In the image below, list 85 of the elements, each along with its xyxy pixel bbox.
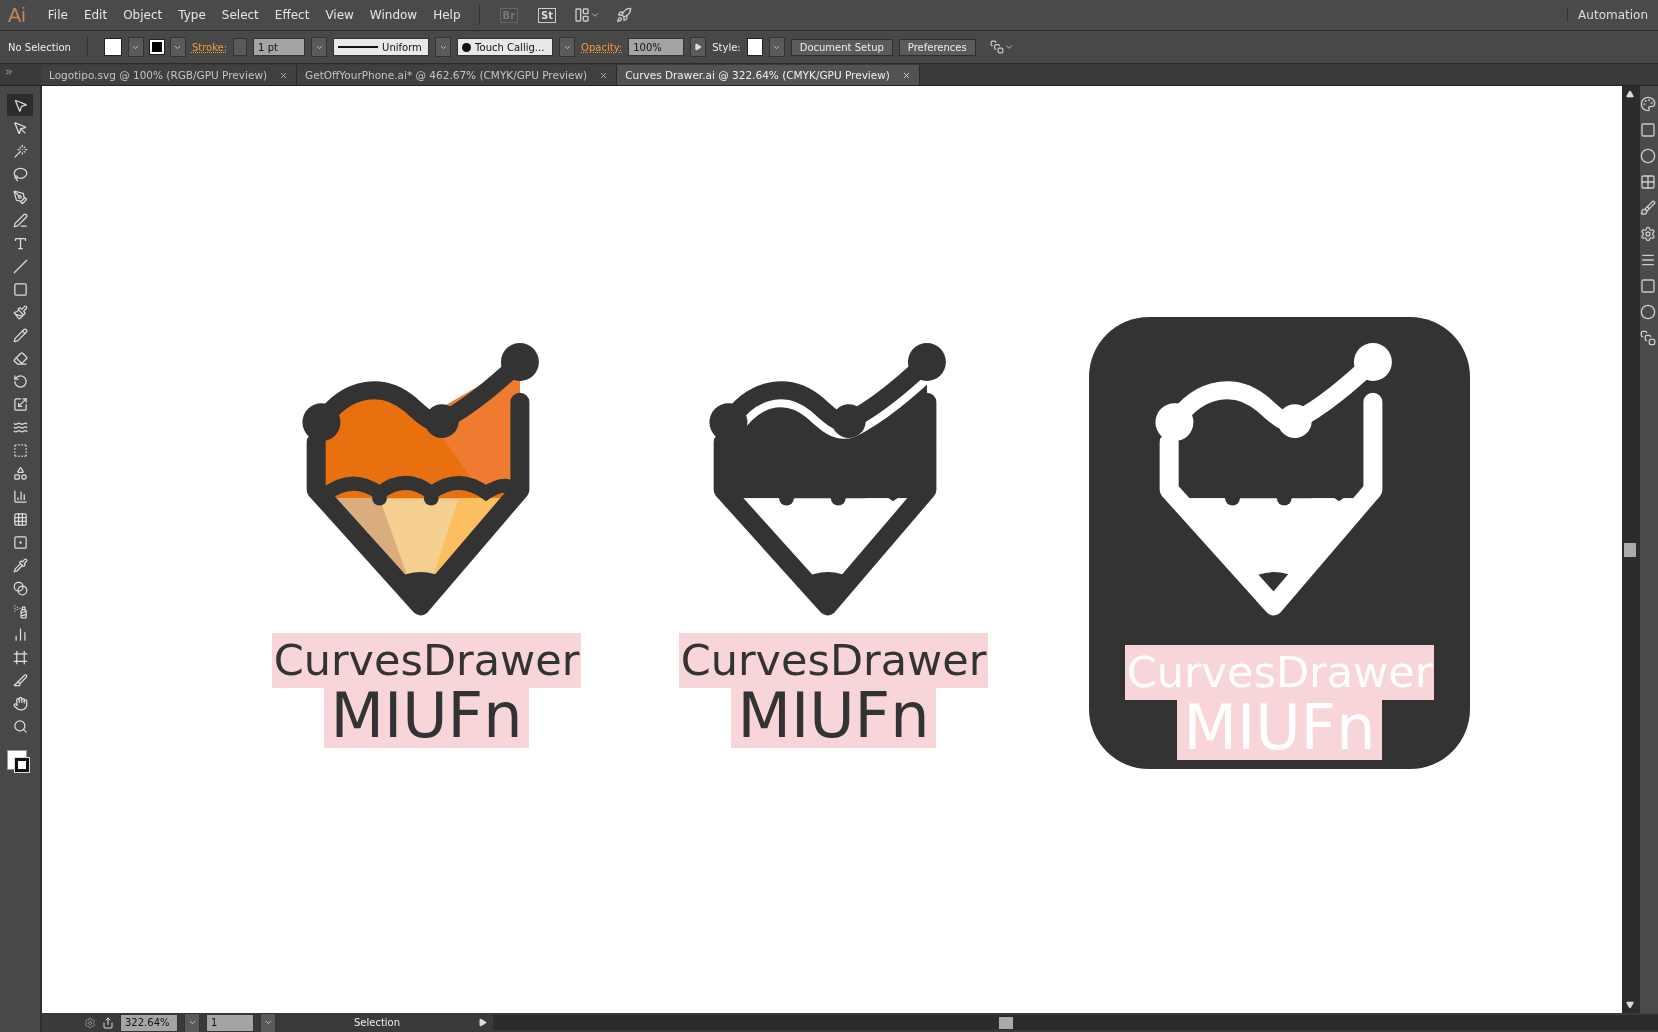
share-icon[interactable]	[102, 1016, 114, 1029]
swatch-icon[interactable]	[1640, 122, 1656, 138]
arrow-icon	[12, 97, 28, 113]
layers-icon[interactable]	[1640, 330, 1656, 346]
mesh-icon	[12, 511, 28, 527]
text-icon	[12, 235, 28, 251]
menu-item[interactable]: File	[39, 8, 76, 22]
scroll-down-icon[interactable]	[1626, 1001, 1634, 1009]
square-icon[interactable]	[1640, 278, 1656, 294]
collapse-icon[interactable]	[4, 67, 14, 77]
eyedropper-icon	[12, 557, 28, 573]
menu-item[interactable]: Window	[361, 8, 426, 22]
current-tool-label: Selection	[352, 1017, 402, 1028]
pointer-icon	[12, 120, 28, 136]
logo-title: CurvesDrawer	[271, 633, 582, 688]
knife-icon	[12, 672, 28, 688]
menu-item[interactable]: Select	[213, 8, 267, 22]
vertical-scrollbar[interactable]	[1622, 86, 1638, 1013]
app-logo: Ai	[7, 3, 27, 27]
scale-icon	[12, 396, 28, 412]
pencil-icon	[12, 327, 28, 343]
horizontal-scrollbar[interactable]	[493, 1015, 1658, 1030]
opacity-link[interactable]: Opacity:	[581, 41, 623, 53]
toolbar-button[interactable]: Preferences	[898, 38, 976, 56]
shapes-icon	[12, 465, 28, 481]
spray-icon	[12, 603, 28, 619]
lasso-icon	[12, 166, 28, 182]
zoom-icon	[12, 718, 28, 734]
rectangle-icon	[12, 281, 28, 297]
close-icon[interactable]	[599, 70, 609, 80]
opacity-field[interactable]: 100%	[628, 38, 685, 56]
style-label: Style:	[712, 41, 741, 53]
document-tab[interactable]: Logotipo.svg @ 100% (RGB/GPU Preview)	[41, 65, 298, 85]
layout-icon[interactable]	[574, 7, 601, 23]
stroke-weight-field[interactable]: 1 pt	[253, 38, 306, 56]
line-icon	[12, 258, 28, 274]
gear-icon[interactable]	[84, 1016, 96, 1029]
gear-icon[interactable]	[1640, 226, 1656, 242]
profile-dropdown[interactable]: Uniform	[333, 38, 430, 56]
style-swatch[interactable]	[746, 38, 763, 56]
document-tab[interactable]: Curves Drawer.ai @ 322.64% (CMYK/GPU Preview)	[617, 65, 920, 85]
fill-swatch[interactable]	[103, 38, 122, 56]
close-icon[interactable]	[901, 70, 911, 80]
scroll-thumb[interactable]	[999, 1016, 1013, 1029]
document-tab[interactable]: GetOffYourPhone.ai* @ 462.67% (CMYK/GPU Preview)	[297, 65, 618, 85]
menu-item[interactable]: View	[317, 8, 362, 22]
palette-icon[interactable]	[1640, 96, 1656, 112]
fill-stroke-icon[interactable]	[7, 750, 33, 776]
menu-item[interactable]: Help	[425, 8, 469, 22]
brush-icon	[12, 304, 28, 320]
toolbar-button[interactable]: Document Setup	[790, 38, 893, 56]
stroke-swatch[interactable]	[149, 40, 164, 54]
pen-line-icon	[12, 212, 28, 228]
blend-icon	[12, 580, 28, 596]
bridge-button[interactable]: St	[538, 7, 557, 23]
grid-icon[interactable]	[1640, 174, 1656, 190]
artboard-field[interactable]: 1	[206, 1013, 254, 1032]
rotate-icon	[12, 373, 28, 389]
circle-icon[interactable]	[1640, 148, 1656, 164]
brush-icon[interactable]	[1640, 200, 1656, 216]
stroke-link[interactable]: Stroke:	[191, 41, 228, 53]
menu-icon[interactable]	[1640, 252, 1656, 268]
scroll-thumb[interactable]	[1624, 542, 1636, 557]
brush-dropdown[interactable]: Touch Callig...	[457, 38, 554, 56]
close-icon[interactable]	[279, 70, 289, 80]
workspace-switcher[interactable]: Automation	[1567, 8, 1658, 22]
pen-icon	[12, 189, 28, 205]
hand-icon	[12, 695, 28, 711]
artboard-icon	[12, 649, 28, 665]
menu-item[interactable]: Edit	[75, 8, 116, 22]
menu-item[interactable]: Object	[115, 8, 171, 22]
eraser-icon	[12, 350, 28, 366]
tool-button[interactable]	[7, 94, 33, 116]
logo-title: CurvesDrawer	[678, 633, 989, 688]
menu-item[interactable]: Effect	[266, 8, 318, 22]
menu-item[interactable]: Type	[170, 8, 214, 22]
zoom-field[interactable]: 322.64%	[120, 1013, 178, 1032]
circle-icon[interactable]	[1640, 304, 1656, 320]
chart-icon	[12, 488, 28, 504]
rocket-icon[interactable]	[616, 7, 633, 23]
play-icon[interactable]	[478, 1018, 487, 1027]
scroll-up-icon[interactable]	[1626, 90, 1634, 98]
wand-icon	[12, 143, 28, 159]
selection-status: No Selection	[8, 41, 71, 53]
column-chart-icon	[12, 626, 28, 642]
